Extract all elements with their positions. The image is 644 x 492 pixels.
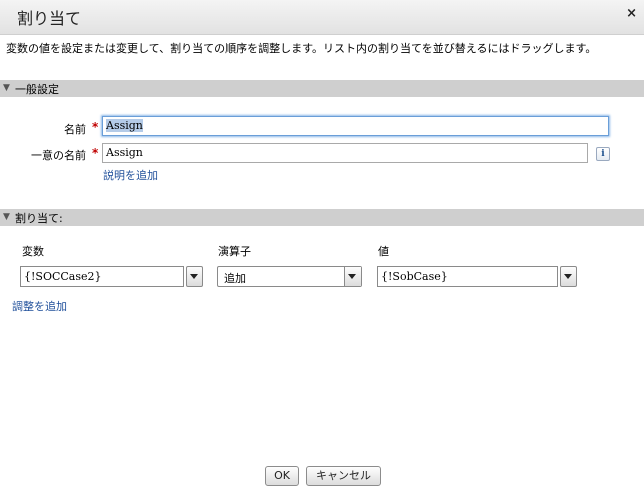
operator-column-header: 演算子 xyxy=(218,245,251,258)
chevron-down-icon xyxy=(190,274,198,279)
add-description-link[interactable]: 説明を追加 xyxy=(103,167,158,183)
name-label: 名前 xyxy=(64,123,86,136)
dialog-header: 割り当て × xyxy=(0,0,644,35)
value-dropdown-button[interactable] xyxy=(560,266,577,287)
operator-select-value: 追加 xyxy=(224,272,246,285)
required-marker: * xyxy=(92,120,99,134)
chevron-down-icon xyxy=(564,274,572,279)
value-combo-value: {!SobCase} xyxy=(381,270,448,283)
cancel-button[interactable]: キャンセル xyxy=(306,466,381,486)
collapse-triangle-icon[interactable]: ▼ xyxy=(3,83,10,93)
collapse-triangle-icon[interactable]: ▼ xyxy=(3,212,10,222)
variable-column-header: 変数 xyxy=(22,245,44,258)
close-icon[interactable]: × xyxy=(626,6,637,21)
unique-name-input[interactable]: Assign xyxy=(102,143,588,163)
variable-combo-input[interactable]: {!SOCCase2} xyxy=(20,266,184,287)
assignment-section-title: 割り当て: xyxy=(15,212,63,225)
chevron-down-icon xyxy=(348,274,356,279)
dialog-description: 変数の値を設定または変更して、割り当ての順序を調整します。リスト内の割り当てを並… xyxy=(6,42,597,55)
general-section-header[interactable]: ▼ 一般設定 xyxy=(0,80,644,97)
variable-combo-value: {!SOCCase2} xyxy=(24,270,102,283)
assignment-section-header[interactable]: ▼ 割り当て: xyxy=(0,209,644,226)
variable-dropdown-button[interactable] xyxy=(186,266,203,287)
add-adjustment-link[interactable]: 調整を追加 xyxy=(12,298,67,314)
unique-name-label: 一意の名前 xyxy=(31,149,86,162)
name-input[interactable]: Assign xyxy=(102,116,609,136)
info-icon[interactable]: i xyxy=(596,147,610,161)
unique-name-input-value: Assign xyxy=(106,146,143,159)
operator-select[interactable]: 追加 xyxy=(217,266,362,287)
ok-button[interactable]: OK xyxy=(265,466,299,486)
operator-select-button[interactable] xyxy=(344,267,361,286)
dialog-title: 割り当て xyxy=(17,9,82,28)
name-input-value: Assign xyxy=(106,119,143,132)
general-section-title: 一般設定 xyxy=(15,83,59,96)
required-marker: * xyxy=(92,146,99,160)
value-column-header: 値 xyxy=(378,245,389,258)
value-combo-input[interactable]: {!SobCase} xyxy=(377,266,558,287)
